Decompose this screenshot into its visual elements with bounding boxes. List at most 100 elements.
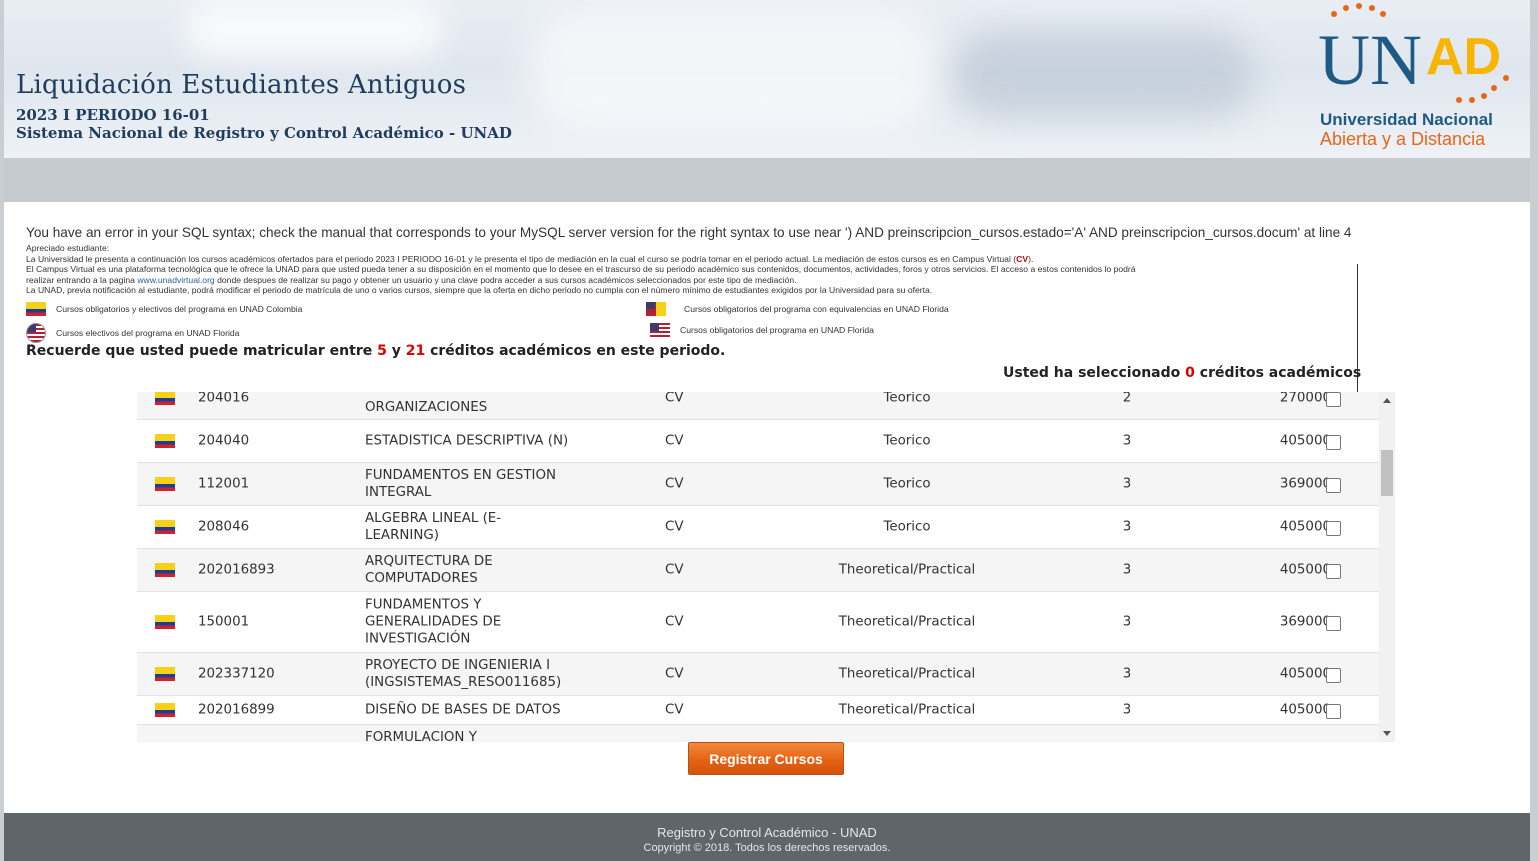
colombia-flag-icon — [155, 615, 175, 629]
course-mediation: CV — [665, 433, 684, 449]
course-mediation: CV — [665, 614, 684, 630]
register-courses-button[interactable]: Registrar Cursos — [688, 742, 844, 775]
system-label: Sistema Nacional de Registro y Control A… — [16, 124, 512, 142]
colombia-flag-icon — [155, 392, 175, 405]
logo-line1: Universidad Nacional — [1320, 110, 1493, 129]
course-code: 112001 — [198, 476, 250, 492]
course-code: 150001 — [198, 614, 250, 630]
colombia-flag-icon — [155, 563, 175, 577]
course-checkbox[interactable] — [1326, 704, 1341, 719]
notice-line2: El Campus Virtual es una plataforma tecn… — [26, 264, 1136, 275]
footer-title: Registro y Control Académico - UNAD — [657, 825, 877, 840]
legend-electivos-florida: Cursos electivos del programa en UNAD Fl… — [26, 323, 239, 343]
footer-copyright: Copyright © 2018. Todos los derechos res… — [643, 842, 891, 854]
course-credits: 3 — [1122, 702, 1132, 718]
colombia-flag-icon — [155, 520, 175, 534]
scroll-thumb[interactable] — [1381, 450, 1393, 496]
colombia-flag-icon — [155, 434, 175, 448]
colombia-flag-icon — [155, 703, 175, 717]
course-name: ORGANIZACIONES — [365, 400, 488, 415]
course-code: 208046 — [198, 519, 250, 535]
course-mediation: CV — [665, 392, 684, 405]
page: Liquidación Estudiantes Antiguos 2023 I … — [0, 0, 1538, 861]
notice-line3: realizar entrando a la pagina www.unadvi… — [26, 274, 797, 285]
course-price: 270000 — [1279, 392, 1331, 405]
notice-line1: La Universidad le presenta a continuació… — [26, 253, 1034, 264]
course-credits: 3 — [1122, 476, 1132, 492]
course-price: 405000 — [1279, 666, 1331, 682]
course-name: ARQUITECTURA DE COMPUTADORES — [365, 554, 493, 586]
notice-line4: La UNAD, previa notificación al estudian… — [26, 285, 933, 296]
course-price: 405000 — [1279, 562, 1331, 578]
page-title: Liquidación Estudiantes Antiguos — [16, 70, 467, 100]
course-name: ALGEBRA LINEAL (E-LEARNING) — [365, 511, 502, 543]
course-name: FUNDAMENTOS Y GENERALIDADES DE INVESTIGA… — [365, 597, 502, 647]
course-checkbox[interactable] — [1326, 564, 1341, 579]
course-price: 405000 — [1279, 519, 1331, 535]
course-type: Teorico — [883, 433, 931, 449]
course-code: 202016899 — [198, 702, 275, 718]
course-type: Theoretical/Practical — [838, 666, 976, 682]
page-footer: Registro y Control Académico - UNAD Copy… — [4, 813, 1530, 861]
table-row: FORMULACION Y — [137, 725, 1379, 742]
table-row: 112001 FUNDAMENTOS EN GESTION INTEGRAL C… — [137, 463, 1379, 506]
us-flag-icon — [650, 323, 670, 337]
courses-rows: 204016 ORGANIZACIONES CV Teorico 2 27000… — [137, 392, 1379, 742]
course-type: Theoretical/Practical — [838, 614, 976, 630]
legend-obligatorios-florida: Cursos obligatorios del programa en UNAD… — [650, 323, 874, 337]
min-credits: 5 — [377, 343, 387, 359]
selected-count: 0 — [1185, 365, 1195, 381]
cv-label: CV — [1016, 253, 1029, 264]
table-row: 208046 ALGEBRA LINEAL (E-LEARNING) CV Te… — [137, 506, 1379, 549]
course-price: 369000 — [1279, 614, 1331, 630]
unadvirtual-link[interactable]: www.unadvirtual.org — [137, 275, 214, 285]
legend-equivalencias: Cursos obligatorios del programa con equ… — [646, 302, 949, 316]
course-credits: 3 — [1122, 562, 1132, 578]
course-name: ESTADISTICA DESCRIPTIVA (N) — [365, 433, 569, 449]
us-colombia-flag-icon — [646, 302, 666, 316]
period-label: 2023 I PERIODO 16-01 — [16, 106, 210, 124]
unad-logo: UN AD Universidad Nacional Abierta y a D… — [1314, 2, 1524, 152]
scroll-down-icon[interactable] — [1383, 731, 1391, 736]
course-code: 202016893 — [198, 562, 275, 578]
notice-greeting: Apreciado estudiante: — [26, 243, 110, 253]
credits-range-text: Recuerde que usted puede matricular entr… — [26, 343, 726, 359]
table-scrollbar[interactable] — [1379, 392, 1395, 742]
course-code: 204040 — [198, 433, 250, 449]
course-mediation: CV — [665, 519, 684, 535]
scroll-up-icon[interactable] — [1383, 398, 1391, 403]
course-checkbox[interactable] — [1326, 435, 1341, 450]
course-credits: 3 — [1122, 519, 1132, 535]
legend-colombia: Cursos obligatorios y electivos del prog… — [26, 302, 302, 316]
course-mediation: CV — [665, 702, 684, 718]
course-name: PROYECTO DE INGENIERIA I (INGSISTEMAS_RE… — [365, 658, 562, 690]
course-checkbox[interactable] — [1326, 392, 1341, 407]
course-mediation: CV — [665, 666, 684, 682]
course-price: 405000 — [1279, 433, 1331, 449]
right-border — [1530, 0, 1538, 861]
course-checkbox[interactable] — [1326, 478, 1341, 493]
logo-line2: Abierta y a Distancia — [1320, 129, 1486, 149]
student-notice: Apreciado estudiante: La Universidad le … — [26, 243, 1360, 296]
course-code: 204016 — [198, 392, 250, 405]
course-credits: 3 — [1122, 433, 1132, 449]
colombia-flag-icon — [155, 477, 175, 491]
courses-table[interactable]: 204016 ORGANIZACIONES CV Teorico 2 27000… — [137, 392, 1395, 742]
course-name: DISEÑO DE BASES DE DATOS — [365, 702, 561, 718]
table-row: 202337120 PROYECTO DE INGENIERIA I (INGS… — [137, 653, 1379, 696]
course-checkbox[interactable] — [1326, 616, 1341, 631]
logo-un-text: UN — [1318, 20, 1422, 100]
course-price: 369000 — [1279, 476, 1331, 492]
course-checkbox[interactable] — [1326, 521, 1341, 536]
course-mediation: CV — [665, 476, 684, 492]
course-code: 202337120 — [198, 666, 275, 682]
course-type: Teorico — [883, 392, 931, 405]
us-round-flag-icon — [26, 323, 46, 343]
course-checkbox[interactable] — [1326, 668, 1341, 683]
colombia-flag-icon — [155, 667, 175, 681]
course-credits: 3 — [1122, 614, 1132, 630]
page-header: Liquidación Estudiantes Antiguos 2023 I … — [4, 0, 1530, 158]
course-type: Theoretical/Practical — [838, 562, 976, 578]
course-type: Teorico — [883, 519, 931, 535]
course-name: FORMULACION Y — [365, 730, 477, 742]
